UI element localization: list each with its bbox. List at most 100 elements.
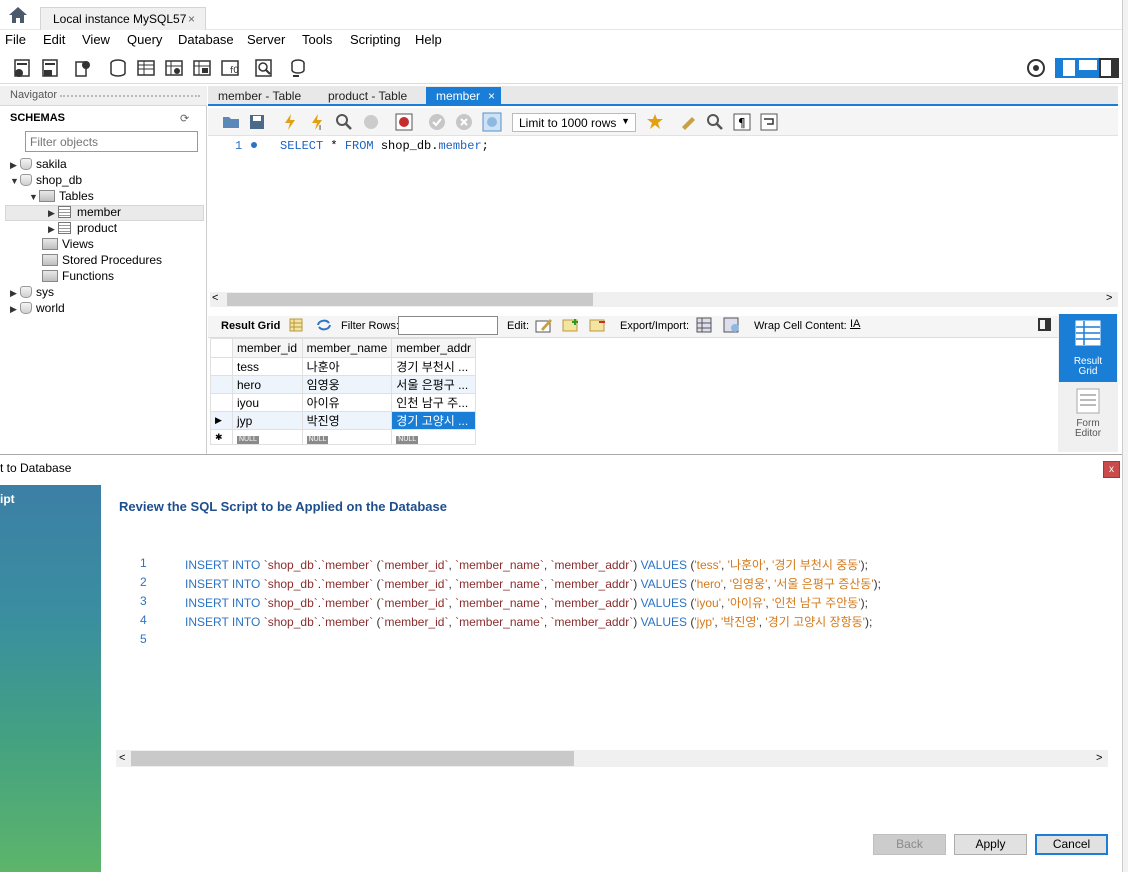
reconnect-icon[interactable] [287, 57, 309, 79]
expand-arrow-icon[interactable]: ▶ [48, 224, 58, 235]
table-cell[interactable]: 인천 남구 주... [391, 393, 476, 412]
add-snippet-icon[interactable] [647, 113, 665, 131]
autocommit-icon[interactable] [482, 112, 502, 132]
table-cell[interactable]: 임영웅 [301, 375, 393, 394]
open-folder-icon[interactable] [222, 113, 240, 131]
open-sql-script-icon[interactable] [40, 57, 62, 79]
cancel-button[interactable]: Cancel [1035, 834, 1108, 855]
result-grid-button[interactable]: Result Grid [1059, 314, 1117, 382]
scroll-right-icon[interactable]: > [1106, 292, 1112, 304]
tree-item-stored-procedures[interactable]: Stored Procedures [42, 253, 162, 269]
tree-item-shop-db[interactable]: ▼ shop_db [10, 173, 82, 189]
apply-button[interactable]: Apply [954, 834, 1027, 855]
table-cell[interactable]: 서울 은평구 ... [391, 375, 476, 394]
filter-rows-input[interactable] [398, 316, 498, 335]
column-header[interactable]: member_id [232, 338, 303, 358]
explain-icon[interactable] [335, 113, 353, 131]
table-cell[interactable]: 경기 부천시 ... [391, 357, 476, 376]
inspector-icon[interactable] [72, 57, 94, 79]
row-indicator[interactable] [210, 375, 233, 394]
wrap-lines-icon[interactable] [760, 113, 778, 131]
invisible-chars-icon[interactable]: ¶ [733, 113, 751, 131]
expand-arrow-icon[interactable]: ▶ [10, 304, 20, 315]
tree-item-sakila[interactable]: ▶ sakila [10, 157, 67, 173]
create-view-icon[interactable] [163, 57, 185, 79]
tree-item-tables[interactable]: ▼ Tables [29, 189, 94, 205]
tree-item-views[interactable]: Views [42, 237, 94, 253]
close-icon[interactable]: × [488, 89, 495, 103]
table-cell[interactable]: NULL [391, 429, 476, 445]
sql-script-line[interactable]: INSERT INTO `shop_db`.`member` (`member_… [185, 575, 881, 592]
toggle-result-panel-icon[interactable] [1038, 318, 1051, 331]
column-header[interactable]: member_addr [391, 338, 476, 358]
toggle-secondary-sidebar-icon[interactable] [1099, 58, 1119, 78]
table-row[interactable]: iyou 아이유 인천 남구 주... [210, 393, 476, 412]
close-icon[interactable]: x [1103, 461, 1120, 478]
beautify-icon[interactable] [680, 113, 698, 131]
sql-script-line[interactable]: INSERT INTO `shop_db`.`member` (`member_… [185, 556, 868, 573]
row-indicator[interactable] [210, 357, 233, 376]
search-table-data-icon[interactable] [253, 57, 275, 79]
editor-scroll-thumb[interactable] [227, 293, 593, 306]
collapse-arrow-icon[interactable]: ▼ [10, 176, 20, 186]
scroll-left-icon[interactable]: < [119, 752, 125, 764]
table-row[interactable]: tess 나훈아 경기 부천시 ... [210, 357, 476, 376]
home-icon[interactable] [8, 6, 28, 24]
tree-item-functions[interactable]: Functions [42, 269, 114, 285]
result-grid-icon[interactable] [289, 318, 303, 332]
tree-item-member[interactable]: ▶ member [48, 205, 121, 221]
menu-database[interactable]: Database [178, 32, 234, 47]
row-indicator[interactable] [210, 393, 233, 412]
toggle-continue-on-error-icon[interactable] [395, 113, 413, 131]
table-cell[interactable]: 아이유 [301, 393, 393, 412]
table-row[interactable]: hero 임영웅 서울 은평구 ... [210, 375, 476, 394]
execute-icon[interactable] [281, 113, 299, 131]
table-cell[interactable]: tess [232, 357, 303, 376]
table-cell[interactable]: NULL [232, 429, 303, 445]
rollback-icon[interactable] [455, 113, 473, 131]
wrap-cell-icon[interactable]: IA [850, 318, 860, 330]
tab-member-table[interactable]: member - Table [208, 87, 316, 106]
menu-view[interactable]: View [82, 32, 110, 47]
delete-row-icon[interactable] [589, 317, 607, 333]
column-header[interactable]: member_name [301, 338, 393, 358]
table-cell[interactable]: 박진영 [301, 411, 393, 430]
close-icon[interactable]: × [188, 12, 195, 26]
sql-code-line[interactable]: SELECT * FROM shop_db.member; [280, 139, 489, 153]
tab-product-table[interactable]: product - Table [318, 87, 424, 106]
script-scroll-thumb[interactable] [131, 751, 574, 766]
table-cell[interactable]: hero [232, 375, 303, 394]
menu-query[interactable]: Query [127, 32, 162, 47]
tree-item-product[interactable]: ▶ product [48, 221, 117, 237]
row-indicator[interactable]: ✱ [210, 429, 233, 445]
expand-arrow-icon[interactable]: ▶ [10, 288, 20, 299]
result-grid[interactable]: member_id member_name member_addr tess 나훈… [210, 338, 476, 448]
scroll-left-icon[interactable]: < [212, 292, 218, 304]
menu-server[interactable]: Server [247, 32, 285, 47]
import-icon[interactable] [723, 317, 741, 333]
execute-current-icon[interactable]: I [308, 113, 326, 131]
table-cell[interactable]: iyou [232, 393, 303, 412]
save-icon[interactable] [248, 113, 266, 131]
expand-arrow-icon[interactable]: ▶ [10, 160, 20, 171]
settings-icon[interactable] [1026, 58, 1046, 78]
create-table-icon[interactable] [135, 57, 157, 79]
create-function-icon[interactable]: f0 [219, 57, 241, 79]
sql-script-line[interactable]: INSERT INTO `shop_db`.`member` (`member_… [185, 594, 868, 611]
new-sql-tab-icon[interactable] [12, 57, 34, 79]
connection-tab[interactable]: Local instance MySQL57 × [40, 7, 206, 30]
table-cell[interactable]: jyp [232, 411, 303, 430]
menu-scripting[interactable]: Scripting [350, 32, 401, 47]
export-icon[interactable] [696, 317, 712, 333]
back-button[interactable]: Back [873, 834, 946, 855]
create-procedure-icon[interactable] [191, 57, 213, 79]
sql-editor[interactable] [208, 137, 1118, 292]
form-editor-button[interactable]: Form Editor [1059, 386, 1117, 446]
stop-icon[interactable] [362, 113, 380, 131]
table-row[interactable]: ▶ jyp 박진영 경기 고양시 ... [210, 411, 476, 430]
create-schema-icon[interactable] [107, 57, 129, 79]
refresh-icon[interactable] [316, 318, 332, 332]
scroll-right-icon[interactable]: > [1096, 752, 1102, 764]
collapse-arrow-icon[interactable]: ▼ [29, 192, 39, 202]
table-cell[interactable]: NULL [301, 429, 393, 445]
